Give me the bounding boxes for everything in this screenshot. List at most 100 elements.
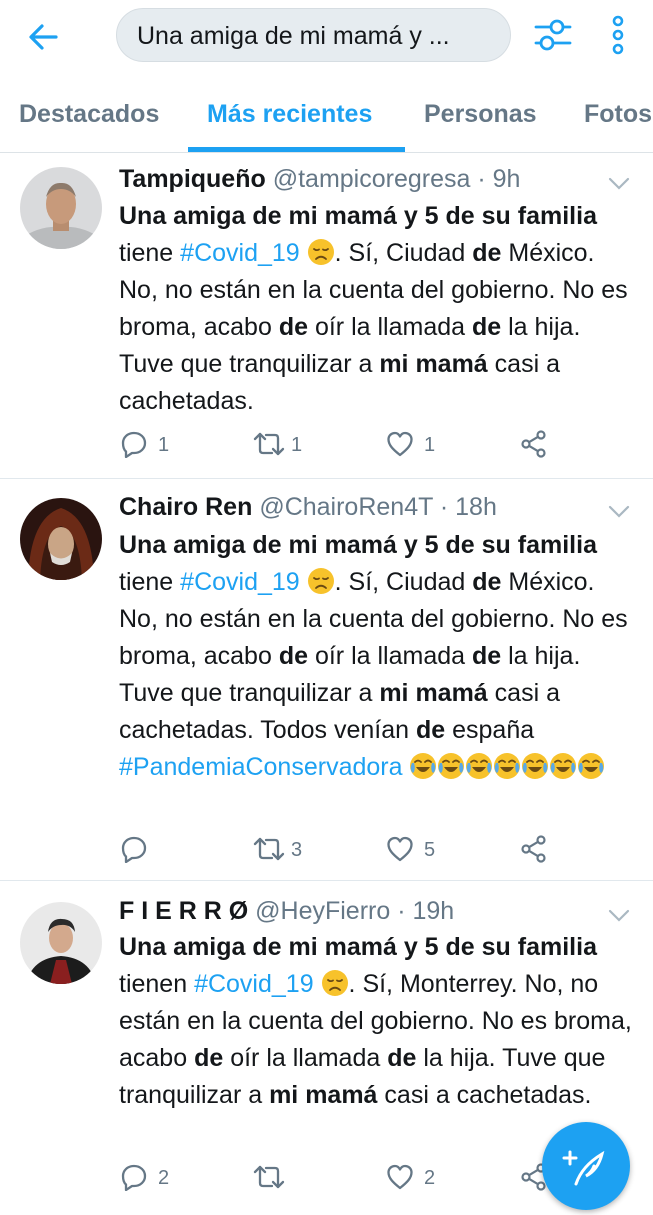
highlighted-text: de: [471, 313, 502, 341]
crying-laughing-face-emoji-icon: [521, 752, 549, 780]
tweet-text-segment: [300, 568, 307, 596]
tab-mas-recientes[interactable]: Más recientes: [207, 100, 372, 129]
reply-icon: [121, 1164, 147, 1191]
tweet-text: Una amiga de mi mamá y 5 de su familia t…: [119, 929, 639, 1114]
highlighted-text: mi mamá: [379, 679, 488, 707]
retweet-icon: [253, 1165, 285, 1189]
crying-laughing-face-emoji-icon: [549, 752, 577, 780]
compose-feather-icon: [562, 1150, 605, 1186]
crying-laughing-face-emoji-icon: [577, 752, 605, 780]
user-handle[interactable]: @tampicoregresa: [273, 165, 471, 193]
reply-count: 2: [158, 1167, 170, 1189]
tab-personas[interactable]: Personas: [424, 100, 537, 129]
highlighted-text: Una amiga de mi mamá y 5 de su familia: [119, 933, 597, 961]
avatar[interactable]: [20, 902, 102, 984]
tweet-text-segment: [314, 970, 321, 998]
highlighted-text: de: [472, 239, 502, 267]
tweet[interactable]: Chairo Ren @ChairoRen4T · 18h Una amiga …: [0, 479, 653, 881]
timestamp[interactable]: 18h: [455, 493, 497, 521]
retweet-icon: [253, 837, 285, 861]
crying-laughing-face-emoji-icon: [465, 752, 493, 780]
search-tabs: Destacados Más recientes Personas Fotos: [0, 86, 653, 153]
user-handle[interactable]: @ChairoRen4T: [259, 493, 433, 521]
tweet-text-segment: españa: [445, 716, 535, 744]
tweet-text: Una amiga de mi mamá y 5 de su familia t…: [119, 527, 639, 786]
highlighted-text: de: [278, 642, 309, 670]
search-input[interactable]: Una amiga de mi mamá y ...: [116, 8, 511, 62]
tweet-text-segment: oír la llamada: [308, 642, 472, 670]
avatar[interactable]: [20, 498, 102, 580]
hashtag-link[interactable]: #Covid_19: [194, 970, 314, 998]
active-tab-indicator: [188, 147, 405, 152]
crying-laughing-face-emoji-icon: [409, 752, 437, 780]
disappointed-face-emoji-icon: [307, 238, 335, 266]
highlighted-text: de: [415, 716, 446, 744]
hashtag-link[interactable]: #Covid_19: [180, 568, 300, 596]
chevron-down-icon[interactable]: [606, 176, 632, 192]
disappointed-face-emoji-icon: [321, 969, 349, 997]
highlighted-text: mi mamá: [379, 350, 488, 378]
tweet-text-segment: tiene: [119, 239, 181, 267]
hashtag-link[interactable]: #Covid_19: [180, 239, 300, 267]
disappointed-face-emoji-icon: [307, 567, 335, 595]
tweet-text-segment: casi a cachetadas.: [377, 1081, 592, 1109]
retweet-icon: [253, 432, 285, 456]
highlighted-text: de: [278, 313, 309, 341]
reply-icon: [121, 836, 147, 863]
tweet-text: Una amiga de mi mamá y 5 de su familia t…: [119, 198, 639, 420]
tweet-actions: 3 5: [0, 833, 653, 869]
like-count: 2: [424, 1167, 436, 1189]
like-count: 1: [424, 434, 436, 456]
highlighted-text: de: [194, 1044, 224, 1072]
separator-dot: ·: [477, 165, 486, 193]
like-count: 5: [424, 839, 436, 861]
separator-dot: ·: [439, 493, 449, 521]
tweet-text-segment: tienen: [119, 970, 195, 998]
tweet-text-segment: [300, 239, 307, 267]
tweet-actions: 1 1 1: [0, 428, 653, 464]
tweet-text-segment: oír la llamada: [308, 313, 472, 341]
highlighted-text: de: [472, 568, 502, 596]
crying-laughing-face-emoji-icon: [437, 752, 465, 780]
top-bar: Una amiga de mi mamá y ...: [0, 0, 653, 70]
display-name[interactable]: F I E R R Ø: [119, 897, 248, 925]
heart-icon: [387, 836, 413, 862]
timestamp[interactable]: 19h: [413, 897, 455, 925]
tab-destacados[interactable]: Destacados: [19, 100, 159, 129]
share-icon: [521, 430, 546, 458]
back-arrow-icon[interactable]: [26, 20, 60, 54]
reply-icon: [121, 431, 147, 458]
hashtag-link[interactable]: #PandemiaConservadora: [119, 753, 403, 781]
highlighted-text: de: [387, 1044, 417, 1072]
avatar[interactable]: [20, 167, 102, 249]
tweet-text-segment: [403, 753, 410, 781]
chevron-down-icon[interactable]: [606, 504, 632, 520]
timestamp[interactable]: 9h: [493, 165, 521, 193]
highlighted-text: mi mamá: [269, 1081, 378, 1109]
retweet-count: 1: [291, 434, 303, 456]
chevron-down-icon[interactable]: [606, 908, 632, 924]
more-vertical-icon[interactable]: [606, 14, 630, 56]
user-handle[interactable]: @HeyFierro: [255, 897, 390, 925]
tweet-text-segment: oír la llamada: [223, 1044, 388, 1072]
heart-icon: [387, 1164, 413, 1190]
tweet-header: Tampiqueño @tampicoregresa · 9h: [119, 165, 520, 194]
reply-count: 1: [158, 434, 170, 456]
highlighted-text: de: [471, 642, 502, 670]
display-name[interactable]: Chairo Ren: [119, 493, 252, 521]
share-icon: [521, 835, 546, 863]
tweet-text-segment: tiene: [119, 568, 181, 596]
highlighted-text: Una amiga de mi mamá y 5 de su familia: [119, 531, 597, 559]
highlighted-text: Una amiga de mi mamá y 5 de su familia: [119, 202, 597, 230]
tab-fotos[interactable]: Fotos: [584, 100, 652, 129]
compose-tweet-button[interactable]: [542, 1122, 630, 1210]
tweet[interactable]: Tampiqueño @tampicoregresa · 9h Una amig…: [0, 153, 653, 479]
crying-laughing-face-emoji-icon: [493, 752, 521, 780]
tweet-header: Chairo Ren @ChairoRen4T · 18h: [119, 493, 497, 522]
display-name[interactable]: Tampiqueño: [119, 165, 266, 193]
separator-dot: ·: [397, 897, 406, 925]
tweet-text-segment: . Sí, Ciudad: [334, 239, 473, 267]
heart-icon: [387, 431, 413, 457]
filter-sliders-icon[interactable]: [534, 17, 572, 53]
tweet-header: F I E R R Ø @HeyFierro · 19h: [119, 897, 454, 926]
